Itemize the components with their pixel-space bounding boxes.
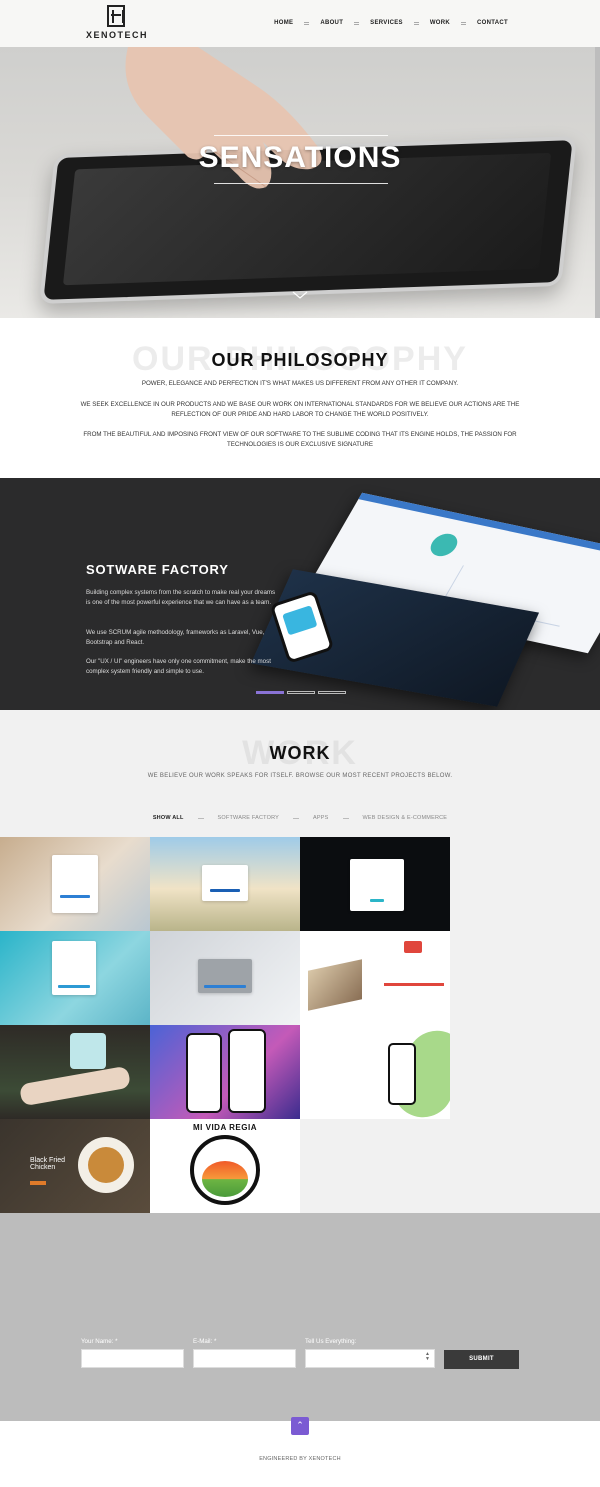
chevron-up-icon[interactable]: ⌃ [291, 1417, 309, 1435]
contact-section: Your Name: * E-Mail: * Tell Us Everythin… [0, 1213, 600, 1421]
portfolio-item[interactable] [150, 837, 300, 931]
nav-services[interactable]: SERVICES [370, 20, 403, 26]
hero-section: SENSATIONS [0, 47, 600, 318]
portfolio-item[interactable]: MI VIDA REGIA [150, 1119, 300, 1213]
project-button [30, 1181, 46, 1185]
project-caption: Black Fried Chicken [30, 1157, 66, 1171]
slider-dot-3[interactable] [318, 691, 346, 694]
nav-about[interactable]: ABOUT [320, 20, 343, 26]
logo[interactable]: XENOTECH [86, 5, 149, 43]
slider-dot-2[interactable] [287, 691, 315, 694]
project-logo-icon [404, 941, 422, 953]
project-login-card [52, 941, 96, 995]
chevron-down-icon[interactable] [292, 291, 308, 299]
project-login-card [202, 865, 248, 901]
main-nav: HOME ABOUT SERVICES WORK CONTACT [274, 20, 508, 26]
portfolio-item[interactable] [0, 1025, 150, 1119]
nav-contact[interactable]: CONTACT [477, 20, 508, 26]
site-footer: ⌃ ENGINEERED BY XENOTECH [0, 1417, 600, 1487]
work-subtitle: WE BELIEVE OUR WORK SPEAKS FOR ITSELF. B… [147, 773, 453, 779]
phone-mockup-image [228, 1029, 266, 1113]
filter-web-design[interactable]: WEB DESIGN & E-COMMERCE [363, 815, 448, 821]
nav-home[interactable]: HOME [274, 20, 293, 26]
slider-pagination [256, 691, 349, 694]
nav-work[interactable]: WORK [430, 20, 450, 26]
hero-line-top [214, 135, 388, 136]
scrollbar[interactable] [595, 47, 600, 318]
phone-mockup-image [388, 1043, 416, 1105]
filter-separator [197, 817, 204, 819]
project-photo [18, 1065, 132, 1107]
logo-text: MI VIDA REGIA [193, 1123, 257, 1132]
name-field[interactable] [81, 1349, 184, 1368]
filter-apps[interactable]: APPS [313, 815, 328, 821]
submit-button[interactable]: SUBMIT [444, 1350, 519, 1369]
phone-mockup-image [186, 1033, 222, 1113]
work-filters: SHOW ALL SOFTWARE FACTORY APPS WEB DESIG… [0, 815, 600, 821]
project-plate [78, 1137, 134, 1193]
portfolio-item[interactable] [150, 1025, 300, 1119]
philosophy-title: OUR PHILOSOPHY [211, 350, 389, 370]
site-header: XENOTECH HOME ABOUT SERVICES WORK CONTAC… [0, 0, 600, 47]
factory-paragraph-2: We use SCRUM agile methodology, framewor… [86, 629, 265, 646]
mockup-chart [425, 531, 463, 559]
philosophy-paragraph-3: FROM THE BEAUTIFUL AND IMPOSING FRONT VI… [83, 431, 517, 448]
nav-separator-icon [461, 21, 467, 25]
hero-line-bottom [214, 183, 388, 184]
portfolio-grid: Black Fried Chicken MI VIDA REGIA [0, 837, 450, 1213]
portfolio-item[interactable] [300, 837, 450, 931]
project-login-card [52, 855, 98, 913]
work-section: WORK WORK WE BELIEVE OUR WORK SPEAKS FOR… [0, 710, 600, 1213]
project-photo [70, 1033, 106, 1069]
phone-screen [282, 605, 318, 636]
filter-separator [293, 817, 300, 819]
work-title: WORK [269, 743, 331, 763]
slider-dot-1[interactable] [256, 691, 284, 694]
project-button [384, 983, 444, 986]
logo-text: XENOTECH [86, 30, 149, 40]
philosophy-paragraph-2: WE SEEK EXCELLENCE IN OUR PRODUCTS AND W… [80, 401, 520, 418]
portfolio-item[interactable]: Black Fried Chicken [0, 1119, 150, 1213]
philosophy-paragraph-1: POWER, ELEGANCE AND PERFECTION IT'S WHAT… [141, 380, 459, 387]
filter-separator [342, 817, 349, 819]
textarea-resize-icon[interactable]: ▲ ▼ [425, 1352, 430, 1362]
factory-paragraph-3: Our "UX / UI" engineers have only one co… [86, 658, 271, 675]
portfolio-item[interactable] [0, 837, 150, 931]
mi-vida-regia-logo [190, 1135, 260, 1205]
portfolio-item[interactable] [300, 1025, 450, 1119]
nav-separator-icon [354, 21, 360, 25]
portfolio-item[interactable] [150, 931, 300, 1025]
footer-credit: ENGINEERED BY XENOTECH [259, 1456, 341, 1462]
message-textarea[interactable]: ▲ ▼ [305, 1349, 435, 1368]
email-label: E-Mail: * [193, 1338, 217, 1345]
portfolio-item[interactable] [300, 931, 450, 1025]
logo-mark-icon [107, 5, 125, 27]
filter-show-all[interactable]: SHOW ALL [153, 815, 184, 821]
email-field[interactable] [193, 1349, 296, 1368]
project-login-card [350, 859, 404, 911]
philosophy-section: OUR PHILOSOPHY OUR PHILOSOPHY POWER, ELE… [0, 318, 600, 478]
project-illustration [308, 959, 362, 1011]
filter-software-factory[interactable]: SOFTWARE FACTORY [218, 815, 279, 821]
mockup-header-bar [358, 492, 600, 560]
hero-title: SENSATIONS [198, 141, 402, 174]
message-label: Tell Us Everything: [305, 1338, 357, 1345]
name-label: Your Name: * [81, 1338, 118, 1345]
factory-paragraph-1: Building complex systems from the scratc… [86, 589, 276, 606]
factory-title: SOTWARE FACTORY [86, 562, 229, 577]
nav-separator-icon [413, 21, 419, 25]
project-login-card [198, 959, 252, 993]
software-factory-section: SOTWARE FACTORY Building complex systems… [0, 478, 600, 710]
portfolio-item[interactable] [0, 931, 150, 1025]
nav-separator-icon [304, 21, 310, 25]
